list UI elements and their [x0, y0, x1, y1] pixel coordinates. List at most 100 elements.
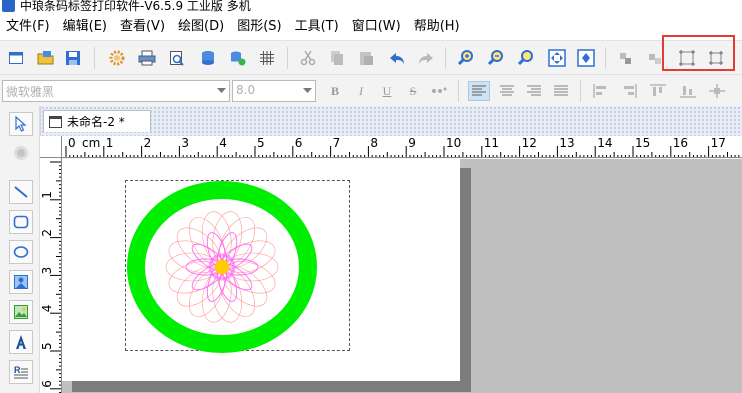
- redo-icon: [419, 53, 433, 64]
- canvas-area[interactable]: [62, 159, 742, 393]
- new-document-button[interactable]: [6, 48, 26, 68]
- zoom-actual-button[interactable]: [516, 48, 536, 68]
- ruler-number: 3: [40, 267, 54, 275]
- ellipse-icon: [13, 246, 29, 258]
- ring-rosette-graphic[interactable]: [127, 181, 317, 353]
- toolbar-separator: [605, 47, 606, 69]
- undo-button[interactable]: [387, 48, 407, 68]
- rich-text-icon: R: [14, 365, 28, 379]
- ellipse-tool[interactable]: [9, 240, 33, 264]
- fit-width-button[interactable]: [576, 48, 596, 68]
- strikethrough-button[interactable]: S: [402, 81, 424, 101]
- highlight-annotation: [662, 35, 735, 71]
- ruler-unit: cm: [82, 136, 101, 150]
- object-align-left-button[interactable]: [590, 81, 612, 101]
- ruler-number: 17: [711, 136, 726, 150]
- menu-help[interactable]: 帮助(H): [408, 14, 467, 40]
- save-button[interactable]: [63, 48, 83, 68]
- toolbar-separator: [94, 47, 95, 69]
- paste-icon: [360, 52, 373, 65]
- label-page[interactable]: [62, 159, 460, 381]
- font-family-select[interactable]: 微软雅黑: [2, 80, 230, 102]
- grid-icon: [260, 51, 274, 65]
- align-right-button[interactable]: [523, 81, 545, 101]
- document-tab[interactable]: 未命名-2 *: [43, 110, 151, 132]
- ruler-number: 4: [219, 136, 227, 150]
- database-settings-button[interactable]: [228, 48, 248, 68]
- align-button[interactable]: [616, 48, 636, 68]
- menu-window[interactable]: 窗口(W): [346, 14, 408, 40]
- window-icon: [49, 115, 62, 128]
- menu-draw[interactable]: 绘图(D): [172, 14, 231, 40]
- menu-edit[interactable]: 编辑(E): [57, 14, 114, 40]
- settings-button[interactable]: [107, 48, 127, 68]
- line-tool[interactable]: [9, 180, 33, 204]
- ruler-number: 15: [635, 136, 650, 150]
- menu-shape[interactable]: 图形(S): [231, 14, 288, 40]
- object-align-bottom-button[interactable]: [677, 81, 699, 101]
- image-tool[interactable]: [9, 270, 33, 294]
- ruler-number: 4: [40, 305, 54, 313]
- open-button[interactable]: [36, 48, 56, 68]
- window-title: 中琅条码标签打印软件-V6.5.9 工业版 多机: [20, 0, 251, 13]
- grid-button[interactable]: [257, 48, 277, 68]
- gear-icon: [109, 50, 125, 66]
- menu-bar: 文件(F) 编辑(E) 查看(V) 绘图(D) 图形(S) 工具(T) 窗口(W…: [0, 14, 742, 40]
- font-size-select[interactable]: 8.0: [232, 80, 316, 102]
- fit-page-icon: [548, 49, 566, 67]
- vertical-ruler: 1 2 3 4 5 6: [40, 158, 62, 393]
- select-tool[interactable]: [9, 112, 33, 136]
- ruler-number: 10: [446, 136, 461, 150]
- rounded-rectangle-icon: [13, 215, 29, 229]
- rectangle-tool[interactable]: [9, 210, 33, 234]
- toolbar-separator: [458, 80, 459, 102]
- pointer-icon: [15, 116, 27, 132]
- menu-file[interactable]: 文件(F): [0, 14, 57, 40]
- ruler-number: 2: [40, 229, 54, 237]
- align-left-button[interactable]: [468, 81, 490, 101]
- align-center-icon: [500, 85, 514, 96]
- ruler-number: 8: [370, 136, 378, 150]
- menu-view[interactable]: 查看(V): [114, 14, 172, 40]
- main-toolbar: [0, 40, 742, 74]
- font-size-value: 8.0: [236, 83, 256, 97]
- object-align-top-button[interactable]: [647, 81, 669, 101]
- chevron-down-icon: [299, 81, 315, 101]
- database-button[interactable]: [198, 48, 218, 68]
- image-icon: [14, 275, 28, 289]
- copy-icon: [331, 51, 343, 65]
- format-toolbar: 微软雅黑 8.0 B I U S: [0, 74, 742, 106]
- redo-button[interactable]: [416, 48, 436, 68]
- picture-tool[interactable]: [9, 300, 33, 324]
- italic-button[interactable]: I: [350, 81, 372, 101]
- bold-button[interactable]: B: [324, 81, 346, 101]
- text-tool[interactable]: [9, 330, 33, 354]
- pan-tool[interactable]: [9, 141, 33, 165]
- document-tab-label: 未命名-2 *: [67, 115, 125, 129]
- ruler-number: 6: [295, 136, 303, 150]
- align-center-button[interactable]: [496, 81, 518, 101]
- ruler-number: 11: [484, 136, 499, 150]
- ruler-corner: [40, 136, 62, 158]
- toolbar-separator: [445, 47, 446, 69]
- ruler-number: 14: [597, 136, 612, 150]
- paste-button[interactable]: [356, 48, 376, 68]
- ruler-number: 6: [40, 380, 54, 388]
- menu-tools[interactable]: 工具(T): [289, 14, 346, 40]
- print-preview-button[interactable]: [167, 48, 187, 68]
- object-align-right-button[interactable]: [618, 81, 640, 101]
- cut-button[interactable]: [298, 48, 318, 68]
- char-spacing-button[interactable]: [428, 81, 450, 101]
- print-button[interactable]: [137, 48, 157, 68]
- zoom-out-button[interactable]: [486, 48, 506, 68]
- rich-text-tool[interactable]: R: [9, 360, 33, 384]
- justify-button[interactable]: [550, 81, 572, 101]
- underline-button[interactable]: U: [376, 81, 398, 101]
- copy-button[interactable]: [327, 48, 347, 68]
- print-preview-icon: [170, 51, 184, 66]
- zoom-in-button[interactable]: [456, 48, 476, 68]
- zoom-icon: [517, 50, 533, 66]
- object-center-button[interactable]: [706, 81, 728, 101]
- fit-width-icon: [577, 49, 595, 67]
- fit-page-button[interactable]: [547, 48, 567, 68]
